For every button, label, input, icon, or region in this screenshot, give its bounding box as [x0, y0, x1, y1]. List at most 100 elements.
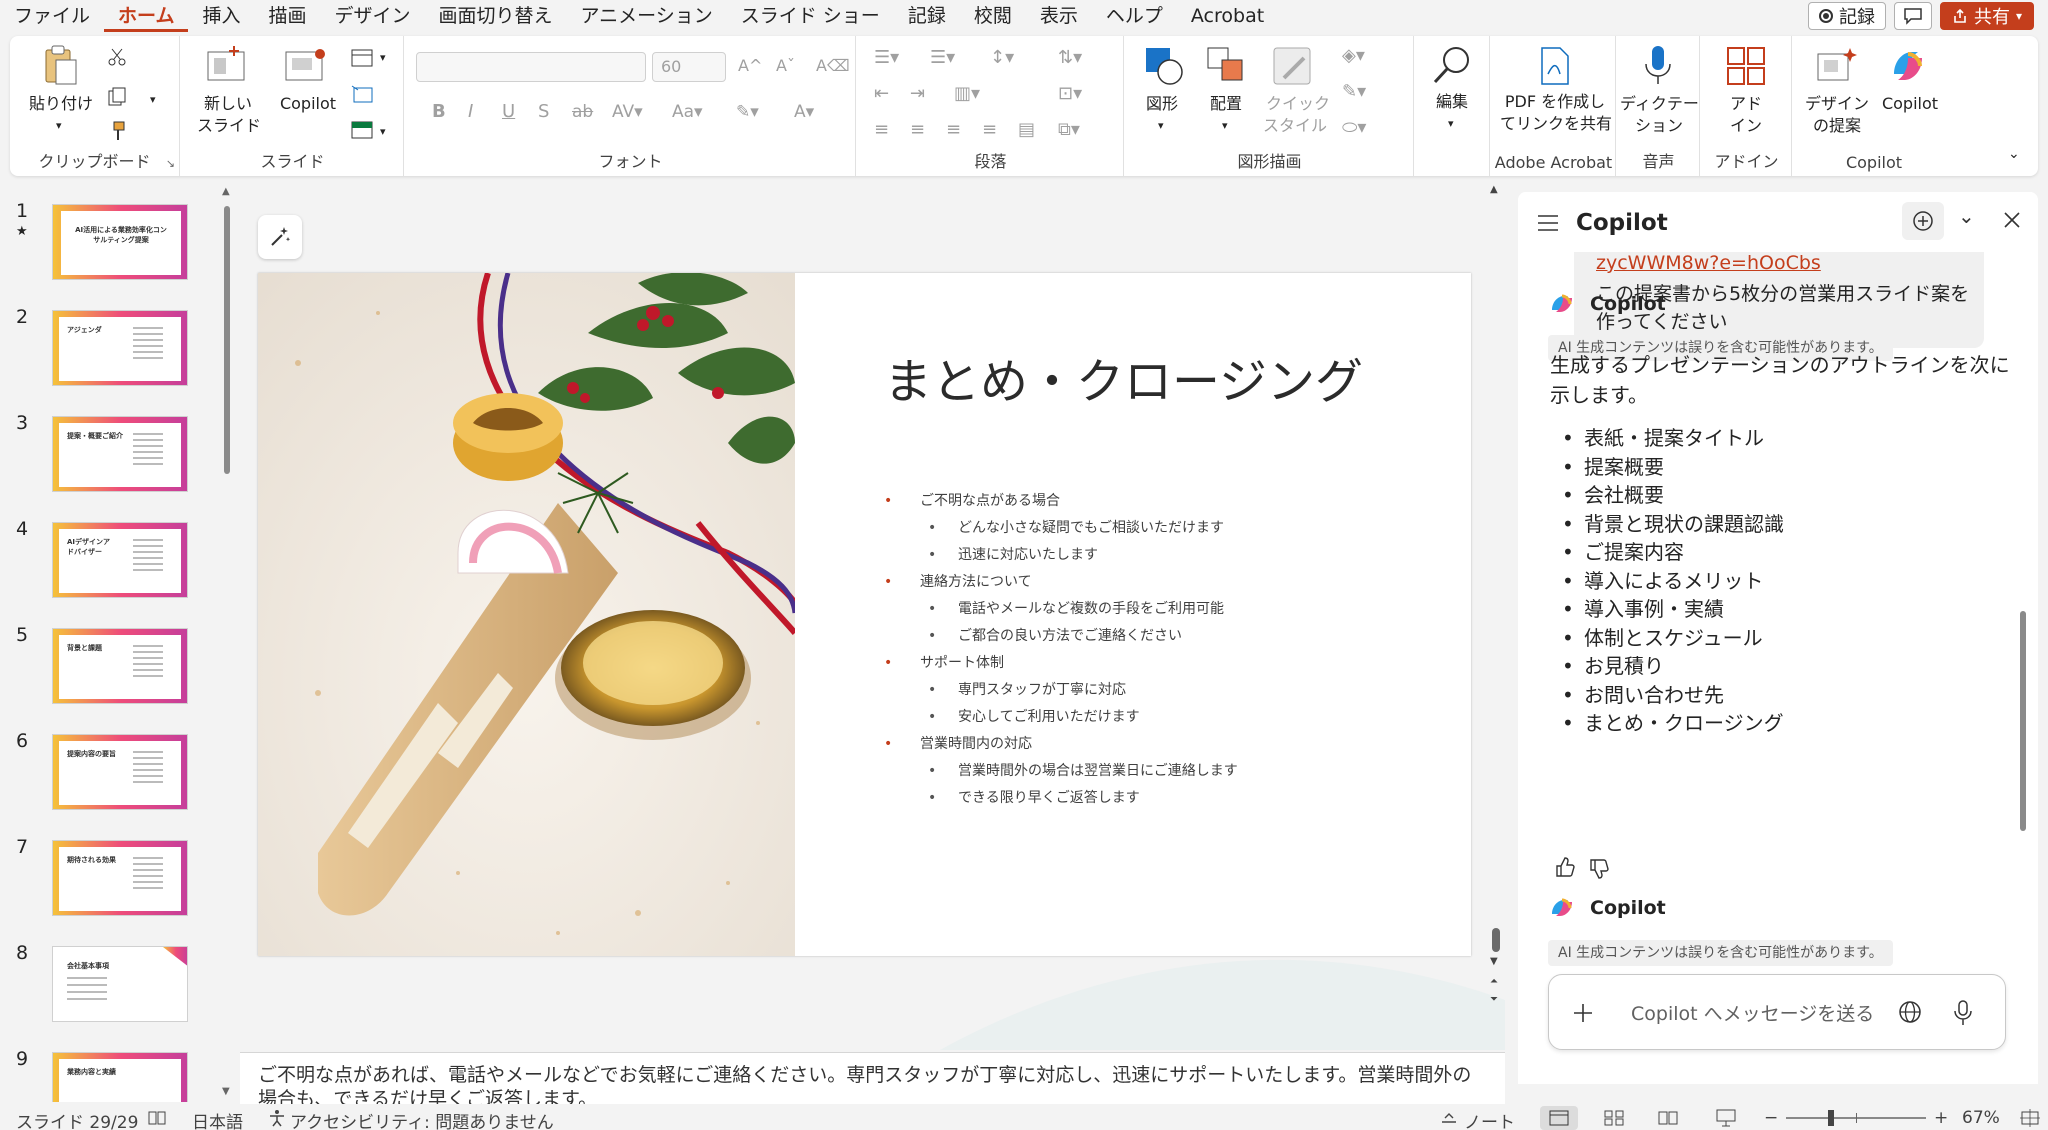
numbering-icon[interactable]: ☰▾	[930, 48, 955, 68]
book-icon[interactable]	[148, 1110, 166, 1126]
copilot-message-input[interactable]: Copilot へメッセージを送る	[1548, 974, 2006, 1050]
slide-title[interactable]: まとめ・クロージング	[884, 353, 1404, 411]
slide-thumbnail[interactable]: 期待される効果	[52, 840, 188, 916]
reset-icon[interactable]	[350, 84, 374, 104]
font-name-field[interactable]	[416, 52, 646, 82]
menu-review[interactable]: 校閲	[960, 0, 1026, 32]
shape-outline-icon[interactable]: ✎▾	[1342, 82, 1366, 102]
share-button[interactable]: 共有 ▾	[1939, 2, 2034, 30]
chevron-down-icon[interactable]: ⌄	[1958, 204, 1975, 228]
edit-dropdown-icon[interactable]: ▾	[1448, 114, 1454, 134]
zoom-in-button[interactable]: +	[1934, 1108, 1948, 1128]
slide-thumbnail[interactable]: AI活用による業務効率化コンサルティング提案	[52, 204, 188, 280]
accessibility-status[interactable]: アクセシビリティ: 問題ありません	[290, 1108, 554, 1130]
layout-icon[interactable]	[350, 48, 374, 68]
comments-button[interactable]	[1893, 2, 1932, 30]
section-dropdown-icon[interactable]: ▾	[380, 122, 386, 142]
scroll-down-icon[interactable]: ▼	[222, 1086, 230, 1097]
record-button[interactable]: 記録	[1807, 2, 1886, 30]
new-slide-button-line2[interactable]: スライド	[194, 116, 264, 136]
designer-magic-button[interactable]	[258, 215, 302, 259]
slide-thumbnail[interactable]: 提案・概要ご紹介	[52, 416, 188, 492]
align-left-icon[interactable]: ≡	[874, 120, 889, 140]
menu-animations[interactable]: アニメーション	[567, 0, 727, 32]
slide-thumbnail[interactable]: 背景と課題	[52, 628, 188, 704]
create-pdf-line2[interactable]: てリンクを共有	[1500, 114, 1612, 134]
quick-styles-button-line2[interactable]: スタイル	[1260, 116, 1330, 136]
fit-to-window-icon[interactable]	[2020, 1109, 2040, 1127]
underline-icon[interactable]: U	[502, 102, 515, 122]
scroll-down-icon[interactable]: ▼	[1490, 956, 1498, 967]
new-chat-button[interactable]	[1902, 202, 1944, 240]
text-direction-icon[interactable]: ⇅▾	[1058, 48, 1082, 68]
close-icon[interactable]	[2002, 210, 2022, 230]
shrink-font-icon[interactable]: Aˇ	[776, 56, 795, 76]
thumbs-down-icon[interactable]	[1588, 858, 1610, 880]
distributed-icon[interactable]: ▤	[1018, 120, 1035, 140]
menu-insert[interactable]: 挿入	[188, 0, 254, 32]
language-indicator[interactable]: 日本語	[192, 1108, 243, 1130]
dictate-button-line1[interactable]: ディクテー	[1620, 94, 1699, 114]
slide-thumbnail[interactable]: AIデザインアドバイザー	[52, 522, 188, 598]
slide-scrollbar[interactable]: ▲ ▼ ⏶ ⏷	[1488, 180, 1504, 1105]
scroll-thumb[interactable]	[224, 206, 230, 474]
copy-icon[interactable]	[106, 86, 128, 108]
menu-slideshow[interactable]: スライド ショー	[727, 0, 894, 32]
bullets-icon[interactable]: ☰▾	[874, 48, 899, 68]
menu-draw[interactable]: 描画	[254, 0, 320, 32]
font-color-icon[interactable]: A▾	[794, 102, 814, 122]
normal-view-icon[interactable]	[1540, 1106, 1578, 1130]
copilot-slide-button[interactable]: Copilot	[278, 94, 338, 114]
paste-dropdown-icon[interactable]: ▾	[56, 116, 62, 136]
speaker-notes[interactable]: ご不明な点があれば、電話やメールなどでお気軽にご連絡ください。専門スタッフが丁寧…	[240, 1052, 1505, 1104]
menu-record[interactable]: 記録	[894, 0, 960, 32]
decrease-indent-icon[interactable]: ⇤	[874, 84, 889, 104]
collapse-ribbon-icon[interactable]: ⌄	[2008, 144, 2020, 164]
zoom-slider[interactable]	[1786, 1110, 1926, 1126]
layout-dropdown-icon[interactable]: ▾	[380, 48, 386, 68]
menu-design[interactable]: デザイン	[320, 0, 424, 32]
highlight-icon[interactable]: ✎▾	[736, 102, 759, 122]
user-message-link[interactable]: zycWWM8w?e=hOoCbs	[1596, 252, 1821, 274]
align-text-icon[interactable]: ⊡▾	[1058, 84, 1082, 104]
scroll-thumb[interactable]	[1492, 928, 1500, 952]
scroll-up-icon[interactable]: ▲	[222, 186, 232, 197]
addins-button-line1[interactable]: アド	[1726, 94, 1766, 114]
add-icon[interactable]	[1571, 1001, 1595, 1025]
globe-icon[interactable]	[1897, 999, 1923, 1025]
accessibility-icon[interactable]	[268, 1109, 286, 1127]
previous-slide-icon[interactable]: ⏶	[1490, 976, 1498, 987]
smartart-icon[interactable]: ⧉▾	[1058, 120, 1080, 140]
shapes-dropdown-icon[interactable]: ▾	[1158, 116, 1164, 136]
menu-home[interactable]: ホーム	[104, 0, 189, 32]
addins-button-line2[interactable]: イン	[1726, 116, 1766, 136]
notes-icon[interactable]	[1440, 1110, 1458, 1126]
shapes-button[interactable]: 図形	[1140, 94, 1184, 114]
dialog-launcher-icon[interactable]: ↘	[166, 157, 175, 170]
current-slide[interactable]: まとめ・クロージング ご不明な点がある場合 どんな小さな疑問でもご相談いただけま…	[258, 273, 1471, 956]
shape-effects-icon[interactable]: ⬭▾	[1342, 118, 1366, 138]
line-spacing-icon[interactable]: ↕▾	[990, 48, 1014, 68]
scroll-thumb[interactable]	[2020, 611, 2026, 831]
slide-thumbnail[interactable]: 提案内容の要旨	[52, 734, 188, 810]
increase-indent-icon[interactable]: ⇥	[910, 84, 925, 104]
zoom-level[interactable]: 67%	[1962, 1108, 2000, 1128]
copilot-ribbon-button[interactable]: Copilot	[1880, 94, 1940, 114]
zoom-slider-thumb[interactable]	[1828, 1110, 1834, 1126]
slide-thumbnail[interactable]: 会社基本事項	[52, 946, 188, 1022]
cut-icon[interactable]	[106, 46, 128, 68]
bold-icon[interactable]: B	[432, 102, 446, 122]
next-slide-icon[interactable]: ⏷	[1490, 994, 1498, 1005]
menu-help[interactable]: ヘルプ	[1092, 0, 1177, 32]
slide-sorter-icon[interactable]	[1604, 1110, 1624, 1126]
shadow-icon[interactable]: S	[538, 102, 549, 122]
strikethrough-icon[interactable]: ab	[572, 102, 593, 122]
menu-view[interactable]: 表示	[1026, 0, 1092, 32]
char-spacing-icon[interactable]: AV▾	[612, 102, 643, 122]
slide-thumbnail[interactable]: アジェンダ	[52, 310, 188, 386]
italic-icon[interactable]: I	[468, 102, 473, 122]
menu-transitions[interactable]: 画面切り替え	[425, 0, 567, 32]
slideshow-icon[interactable]	[1716, 1109, 1736, 1127]
align-right-icon[interactable]: ≡	[946, 120, 961, 140]
arrange-button[interactable]: 配置	[1204, 94, 1248, 114]
